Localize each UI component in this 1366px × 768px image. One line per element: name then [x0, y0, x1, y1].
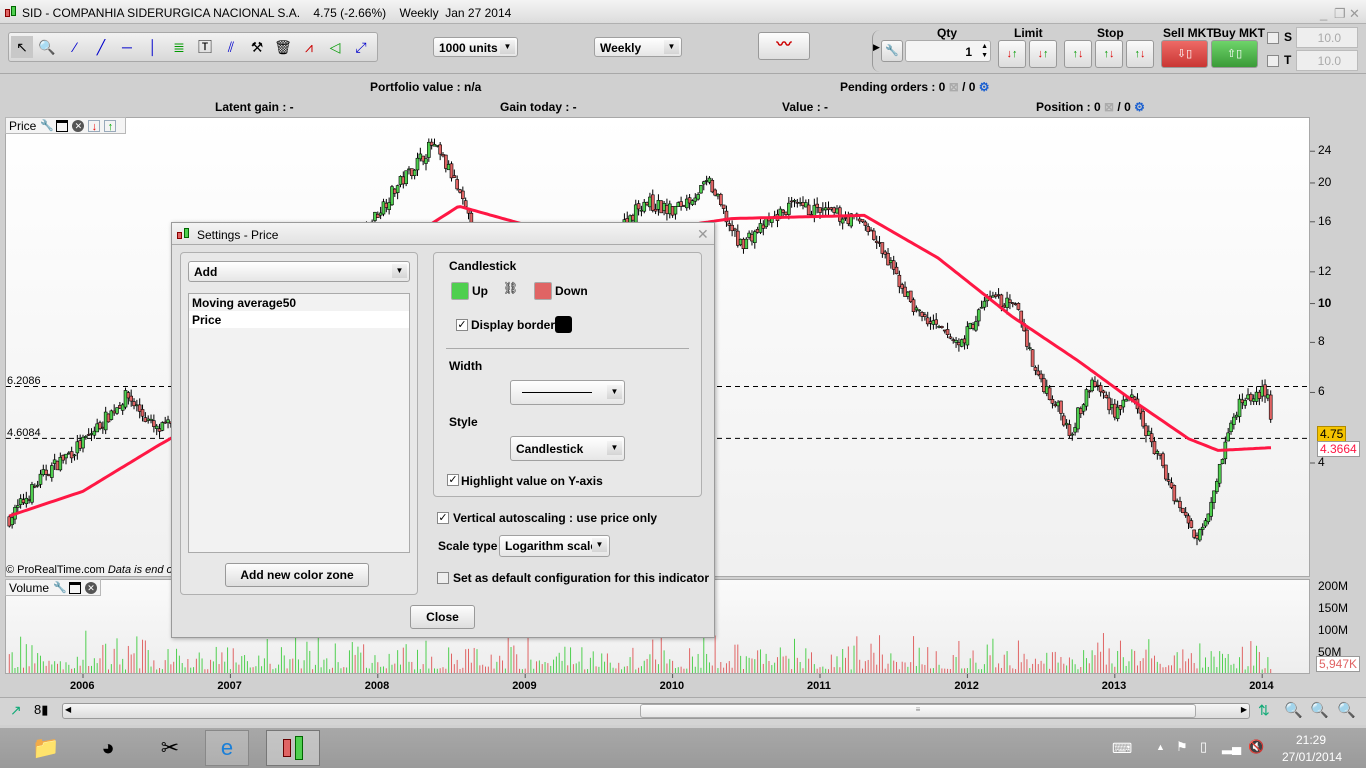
- flag-icon[interactable]: ⚑: [1176, 739, 1188, 755]
- default-config-checkbox[interactable]: [437, 572, 449, 584]
- autoscale-label: Vertical autoscaling : use price only: [453, 511, 658, 525]
- volume-tick: 200M: [1318, 579, 1349, 593]
- list-item-price[interactable]: Price: [189, 311, 409, 328]
- style-select[interactable]: Candlestick ▼: [510, 436, 625, 461]
- show-hidden-icons[interactable]: ▲: [1156, 742, 1165, 752]
- internet-explorer-icon[interactable]: e: [205, 730, 249, 766]
- chevron-down-icon: ▼: [607, 441, 622, 455]
- chart-type-icon[interactable]: 8▮: [34, 702, 48, 718]
- settings-dialog: Settings - Price ✕ Add ▼ Moving average50…: [171, 222, 715, 638]
- x-tick-label: 2008: [364, 680, 390, 692]
- volume-tick: 100M: [1318, 623, 1349, 637]
- app-candle-icon: [177, 227, 191, 241]
- x-tick-label: 2011: [807, 680, 831, 692]
- media-player-icon[interactable]: ◕: [86, 730, 130, 766]
- volume-tick: 150M: [1318, 601, 1349, 615]
- autoscroll-icon[interactable]: ↗: [10, 702, 22, 719]
- down-color-swatch[interactable]: [534, 282, 552, 300]
- volume-pane-header: Volume 🔧 ✕: [5, 579, 101, 596]
- horizontal-scrollbar[interactable]: ◀ ≡ ▶: [62, 703, 1250, 719]
- zoom-fit-icon[interactable]: 🔍: [1284, 701, 1303, 719]
- down-label: Down: [555, 284, 588, 298]
- x-tick-label: 2006: [70, 680, 95, 692]
- keyboard-icon[interactable]: ⌨: [1112, 740, 1132, 757]
- zoom-in-icon[interactable]: 🔍: [1337, 701, 1356, 719]
- zones-panel: Add ▼ Moving average50 Price Add new colo…: [180, 252, 418, 595]
- up-color-swatch[interactable]: [451, 282, 469, 300]
- scale-type-label: Scale type: [438, 539, 498, 553]
- candlestick-heading: Candlestick: [449, 259, 517, 273]
- x-tick-label: 2012: [954, 680, 979, 692]
- default-config-label: Set as default configuration for this in…: [453, 571, 710, 585]
- chevron-down-icon: ▼: [607, 385, 622, 399]
- close-pane-icon[interactable]: ✕: [85, 581, 97, 594]
- link-icon[interactable]: ⛓: [503, 281, 518, 295]
- fit-icon[interactable]: ⇅: [1258, 702, 1270, 719]
- last-volume-badge: 5,947K: [1316, 656, 1361, 672]
- volume-muted-icon[interactable]: 🔇: [1248, 739, 1264, 755]
- display-border-checkbox[interactable]: ✓: [456, 319, 468, 331]
- network-icon[interactable]: ▂▄: [1222, 739, 1241, 755]
- x-tick-label: 2013: [1101, 680, 1127, 692]
- volume-pane-title: Volume: [9, 580, 50, 595]
- prorealtime-taskbar-icon[interactable]: [266, 730, 320, 766]
- width-label: Width: [449, 359, 483, 373]
- tools-app-icon[interactable]: ✂: [148, 730, 192, 766]
- add-color-zone-button[interactable]: Add new color zone: [225, 563, 369, 587]
- clock-date[interactable]: 27/01/2014: [1282, 750, 1342, 764]
- battery-icon[interactable]: ▯: [1200, 739, 1207, 755]
- close-icon[interactable]: ✕: [697, 226, 709, 243]
- indicator-list: Moving average50 Price: [188, 293, 410, 553]
- scrollbar-thumb[interactable]: ≡: [640, 704, 1196, 718]
- x-tick-label: 2007: [217, 680, 242, 692]
- clock-time[interactable]: 21:29: [1296, 733, 1326, 747]
- highlight-label: Highlight value on Y-axis: [461, 474, 603, 488]
- dialog-title-bar: Settings - Price ✕: [172, 223, 714, 245]
- add-select[interactable]: Add ▼: [188, 261, 410, 282]
- list-item-moving-average[interactable]: Moving average50: [189, 294, 409, 311]
- wrench-icon[interactable]: 🔧: [53, 582, 67, 594]
- style-label: Style: [449, 415, 478, 429]
- divider: [446, 348, 689, 349]
- x-tick-label: 2009: [512, 680, 537, 692]
- file-explorer-icon[interactable]: 📁: [24, 730, 68, 766]
- width-select[interactable]: ▼: [510, 380, 625, 405]
- border-color-swatch[interactable]: [555, 316, 572, 333]
- display-border-label: Display border: [471, 318, 556, 332]
- highlight-checkbox[interactable]: ✓: [447, 474, 459, 486]
- scroll-right-icon[interactable]: ▶: [1241, 705, 1247, 714]
- scale-type-select[interactable]: Logarithm scale ▼: [499, 535, 610, 557]
- up-label: Up: [472, 284, 488, 298]
- dialog-title: Settings - Price: [197, 228, 279, 242]
- close-button[interactable]: Close: [410, 605, 475, 629]
- maximize-icon[interactable]: [69, 581, 82, 594]
- zoom-out-icon[interactable]: 🔍: [1310, 701, 1329, 719]
- candlestick-panel: Candlestick Up ⛓ Down ✓ Display border W…: [433, 252, 702, 497]
- autoscale-checkbox[interactable]: ✓: [437, 512, 449, 524]
- chevron-down-icon: ▼: [592, 538, 607, 552]
- scroll-left-icon[interactable]: ◀: [65, 705, 71, 714]
- x-tick-label: 2014: [1249, 680, 1274, 692]
- chevron-down-icon: ▼: [392, 264, 407, 278]
- x-tick-label: 2010: [659, 680, 685, 692]
- taskbar: 📁 ◕ ✂ e ⌨ ▲ ⚑ ▯ ▂▄ 🔇 21:29 27/01/2014: [0, 728, 1366, 768]
